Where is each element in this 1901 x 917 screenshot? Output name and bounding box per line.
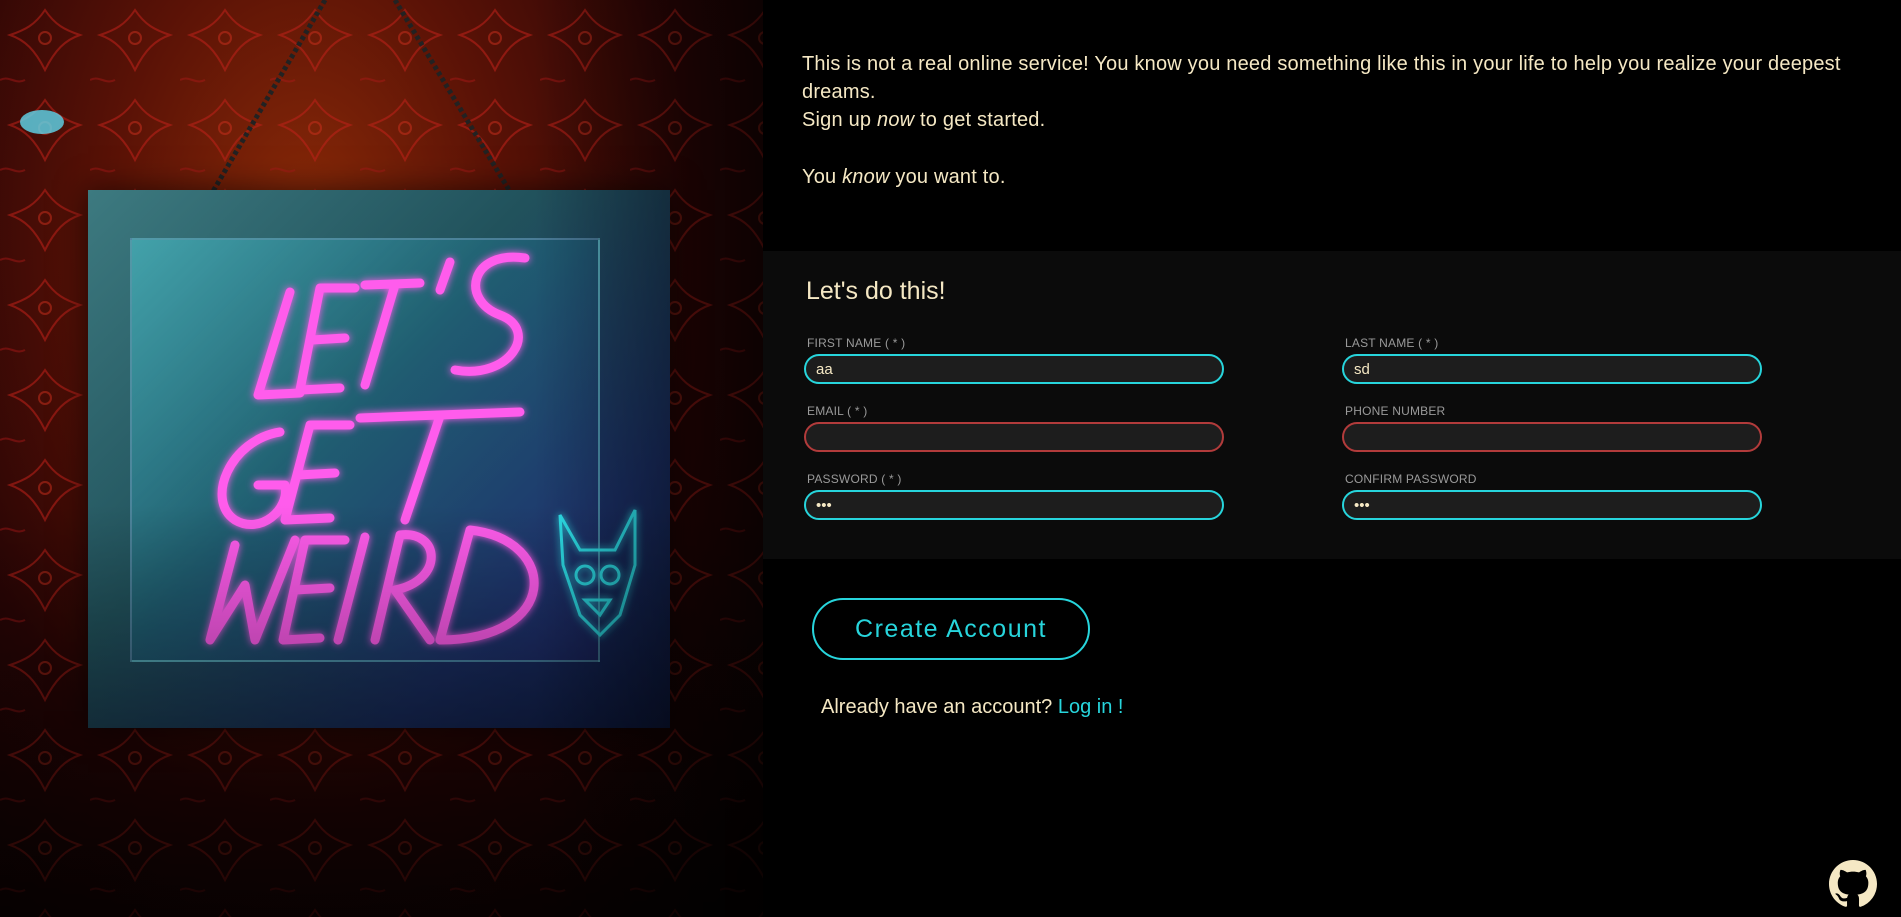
phone-input[interactable]: [1342, 422, 1762, 452]
email-input[interactable]: [804, 422, 1224, 452]
phone-field: PHONE NUMBER: [1342, 404, 1762, 452]
intro-line-3: You know you want to.: [802, 163, 1862, 191]
confirm-password-label: CONFIRM PASSWORD: [1345, 472, 1477, 486]
hero-vignette: [0, 0, 763, 917]
login-link[interactable]: Log in !: [1058, 696, 1124, 718]
github-icon[interactable]: [1829, 860, 1877, 908]
signup-page: This is not a real online service! You k…: [0, 0, 1901, 917]
signup-form: Let's do this! FIRST NAME ( * ) LAST NAM…: [763, 251, 1901, 559]
last-name-field: LAST NAME ( * ): [1342, 336, 1762, 384]
intro-line-2-suffix: to get started.: [914, 109, 1046, 131]
confirm-password-field: CONFIRM PASSWORD: [1342, 472, 1762, 520]
first-name-field: FIRST NAME ( * ): [804, 336, 1224, 384]
hero-image: [0, 0, 763, 917]
password-label: PASSWORD ( * ): [807, 472, 902, 486]
first-name-input[interactable]: [804, 354, 1224, 384]
create-account-button[interactable]: Create Account: [812, 598, 1090, 660]
intro-line-3-suffix: you want to.: [889, 166, 1006, 188]
intro-line-2: Sign up now to get started.: [802, 106, 1862, 134]
password-input[interactable]: [804, 490, 1224, 520]
intro-line-3-emphasis: know: [842, 166, 890, 188]
intro-line-3-prefix: You: [802, 166, 843, 188]
login-prompt: Already have an account? Log in !: [821, 695, 1123, 719]
confirm-password-input[interactable]: [1342, 490, 1762, 520]
password-field: PASSWORD ( * ): [804, 472, 1224, 520]
intro-line-1: This is not a real online service! You k…: [802, 53, 1841, 103]
last-name-input[interactable]: [1342, 354, 1762, 384]
github-icon-glyph: [1829, 860, 1877, 907]
first-name-label: FIRST NAME ( * ): [807, 336, 906, 350]
form-title: Let's do this!: [806, 277, 946, 305]
phone-label: PHONE NUMBER: [1345, 404, 1446, 418]
intro-text: This is not a real online service! You k…: [802, 50, 1862, 191]
login-prompt-text: Already have an account?: [821, 696, 1058, 718]
intro-line-2-emphasis: now: [877, 109, 915, 131]
email-label: EMAIL ( * ): [807, 404, 868, 418]
intro-line-2-prefix: Sign up: [802, 109, 877, 131]
email-field: EMAIL ( * ): [804, 404, 1224, 452]
last-name-label: LAST NAME ( * ): [1345, 336, 1439, 350]
